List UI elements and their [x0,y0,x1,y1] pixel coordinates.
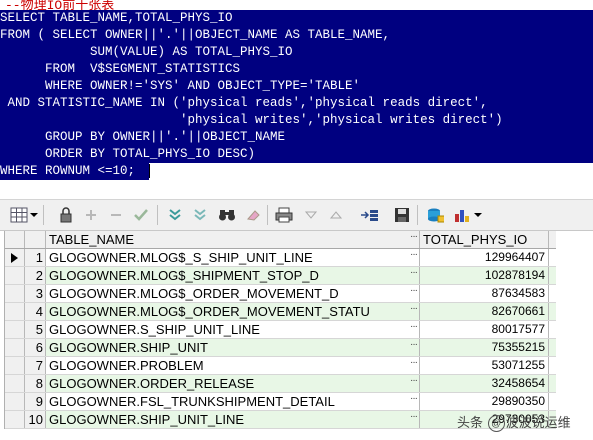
dropdown-icon[interactable] [29,206,39,224]
export-icon[interactable] [360,206,378,224]
cell-table-name[interactable]: GLOGOWNER.SHIP_UNIT_LINE ··· [46,411,420,428]
query-icon[interactable] [426,206,444,224]
print-icon[interactable] [275,206,293,224]
save-icon[interactable] [393,206,411,224]
cell-total-phys-io[interactable]: 102878194 [420,267,549,284]
grid-header: TABLE_NAME ··· TOTAL_PHYS_IO [5,231,556,249]
cell-table-name[interactable]: GLOGOWNER.SHIP_UNIT ··· [46,339,420,356]
minus-icon[interactable] [107,206,125,224]
cell-table-name[interactable]: GLOGOWNER.PROBLEM ··· [46,357,420,374]
plus-icon[interactable] [82,206,100,224]
row-indicator[interactable] [5,303,25,320]
dropdown-icon[interactable] [302,206,320,224]
cell-ellipsis-button[interactable]: ··· [410,303,418,317]
row-indicator[interactable] [5,411,25,428]
column-header-total-phys-io[interactable]: TOTAL_PHYS_IO [420,231,549,248]
row-number: 7 [25,357,46,374]
table-row[interactable]: 8 GLOGOWNER.ORDER_RELEASE ··· 32458654 [5,375,556,393]
filter-clear-icon[interactable] [191,206,209,224]
row-indicator[interactable] [5,375,25,392]
table-row[interactable]: 7 GLOGOWNER.PROBLEM ··· 53071255 [5,357,556,375]
code-line: WHERE ROWNUM <=10; [0,163,593,180]
code-line: SUM(VALUE) AS TOTAL_PHYS_IO [0,44,593,61]
cell-table-name[interactable]: GLOGOWNER.MLOG$_SHIPMENT_STOP_D ··· [46,267,420,284]
cell-table-name[interactable]: GLOGOWNER.FSL_TRUNKSHIPMENT_DETAIL ··· [46,393,420,410]
row-number: 5 [25,321,46,338]
lock-icon[interactable] [57,206,75,224]
code-line: FROM V$SEGMENT_STATISTICS [0,61,593,78]
sql-code[interactable]: SELECT TABLE_NAME,TOTAL_PHYS_IO FROM ( S… [0,10,593,180]
grid-toolbar [0,199,593,231]
cell-total-phys-io[interactable]: 75355215 [420,339,549,356]
row-indicator[interactable] [5,339,25,356]
cell-table-name[interactable]: GLOGOWNER.MLOG$_ORDER_MOVEMENT_STATU ··· [46,303,420,320]
cell-ellipsis-button[interactable]: ··· [410,339,418,353]
cell-table-name[interactable]: GLOGOWNER.S_SHIP_UNIT_LINE ··· [46,321,420,338]
cell-ellipsis-button[interactable]: ··· [410,285,418,299]
binoculars-icon[interactable] [218,206,236,224]
grid-icon[interactable] [10,206,28,224]
current-row-icon [11,252,18,263]
cell-ellipsis-button[interactable]: ··· [410,393,418,407]
code-line: 'physical writes','physical writes direc… [0,112,593,129]
row-number: 3 [25,285,46,302]
code-line: ORDER BY TOTAL_PHYS_IO DESC) [0,146,593,163]
code-line: WHERE OWNER!='SYS' AND OBJECT_TYPE='TABL… [0,78,593,95]
row-indicator[interactable] [5,249,25,266]
cell-total-phys-io[interactable]: 82670661 [420,303,549,320]
cell-ellipsis-button[interactable]: ··· [410,411,418,425]
table-row[interactable]: 5 GLOGOWNER.S_SHIP_UNIT_LINE ··· 80017577 [5,321,556,339]
table-row[interactable]: 9 GLOGOWNER.FSL_TRUNKSHIPMENT_DETAIL ··· 29… [5,393,556,411]
row-number: 1 [25,249,46,266]
watermark: 头条 @ 波波说运维 [457,412,571,433]
row-number: 8 [25,375,46,392]
cell-total-phys-io[interactable]: 87634583 [420,285,549,302]
sql-editor[interactable]: --物理IO前十张表 SELECT TABLE_NAME,TOTAL_PHYS_… [0,0,593,196]
table-row[interactable]: 6 GLOGOWNER.SHIP_UNIT ··· 75355215 [5,339,556,357]
row-number: 6 [25,339,46,356]
row-number: 9 [25,393,46,410]
code-line: AND STATISTIC_NAME IN ('physical reads',… [0,95,593,112]
cell-table-name[interactable]: GLOGOWNER.MLOG$_S_SHIP_UNIT_LINE ··· [46,249,420,266]
filter-down-icon[interactable] [166,206,184,224]
eraser-icon[interactable] [244,206,262,224]
result-grid[interactable]: TABLE_NAME ··· TOTAL_PHYS_IO 1 GLOGOWNER.M… [4,231,556,429]
cell-ellipsis-button[interactable]: ··· [410,267,418,281]
row-indicator[interactable] [5,285,25,302]
column-header-table-name[interactable]: TABLE_NAME ··· [46,231,420,248]
cell-ellipsis-button[interactable]: ··· [410,357,418,371]
sql-comment: --物理IO前十张表 [5,0,115,13]
code-line: GROUP BY OWNER||'.'||OBJECT_NAME [0,129,593,146]
text-caret [149,163,150,178]
row-number: 10 [25,411,46,428]
cell-ellipsis-button[interactable]: ··· [410,249,418,263]
cell-ellipsis-button[interactable]: ··· [410,375,418,389]
cell-table-name[interactable]: GLOGOWNER.MLOG$_ORDER_MOVEMENT_D ··· [46,285,420,302]
cell-total-phys-io[interactable]: 129964407 [420,249,549,266]
row-indicator[interactable] [5,357,25,374]
row-indicator[interactable] [5,393,25,410]
check-icon[interactable] [132,206,150,224]
chart-icon[interactable] [453,206,471,224]
cell-total-phys-io[interactable]: 32458654 [420,375,549,392]
up-icon[interactable] [327,206,345,224]
dropdown-icon[interactable] [473,206,483,224]
code-line: FROM ( SELECT OWNER||'.'||OBJECT_NAME AS… [0,27,593,44]
table-row[interactable]: 3 GLOGOWNER.MLOG$_ORDER_MOVEMENT_D ··· 8763… [5,285,556,303]
table-row[interactable]: 1 GLOGOWNER.MLOG$_S_SHIP_UNIT_LINE ··· 1299… [5,249,556,267]
row-indicator[interactable] [5,321,25,338]
cell-total-phys-io[interactable]: 53071255 [420,357,549,374]
row-number: 2 [25,267,46,284]
row-number: 4 [25,303,46,320]
table-row[interactable]: 2 GLOGOWNER.MLOG$_SHIPMENT_STOP_D ··· 10287… [5,267,556,285]
cell-table-name[interactable]: GLOGOWNER.ORDER_RELEASE ··· [46,375,420,392]
cell-total-phys-io[interactable]: 29890350 [420,393,549,410]
cell-ellipsis-button[interactable]: ··· [410,321,418,335]
table-row[interactable]: 4 GLOGOWNER.MLOG$_ORDER_MOVEMENT_STATU ···… [5,303,556,321]
code-line: SELECT TABLE_NAME,TOTAL_PHYS_IO [0,10,593,27]
row-indicator[interactable] [5,267,25,284]
cell-total-phys-io[interactable]: 80017577 [420,321,549,338]
